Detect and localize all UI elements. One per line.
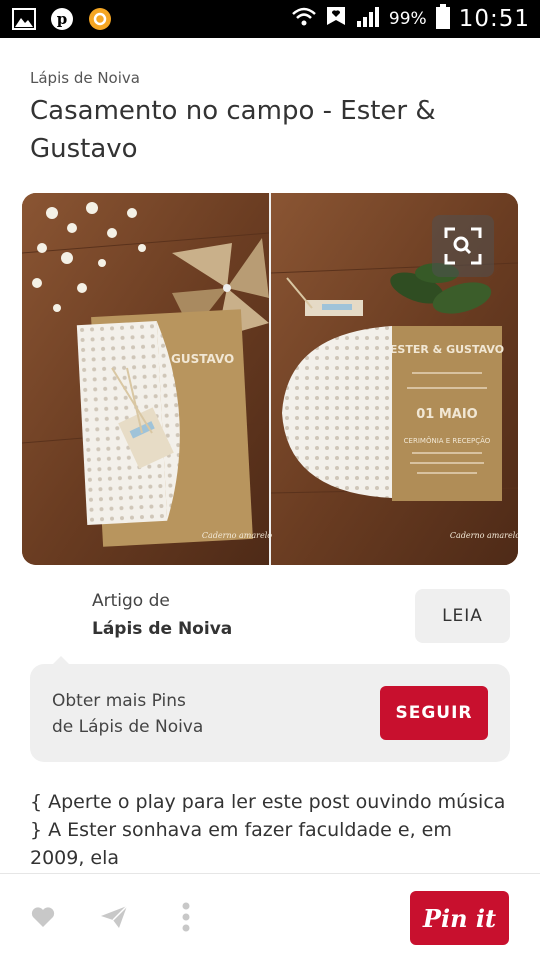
app-notification-icon (88, 7, 112, 31)
article-source-avatar (30, 587, 80, 637)
right-card-names: ESTER & GUSTAVO (390, 343, 504, 356)
pin-image[interactable]: ESTER & GUSTAVO ESTER & GUSTAVO 01 MAIO … (22, 193, 518, 565)
visual-search-icon (444, 227, 482, 265)
pin-it-button[interactable]: Pin it (410, 891, 509, 945)
follow-panel: Obter mais Pins de Lápis de Noiva SEGUIR (30, 656, 510, 762)
read-article-button[interactable]: LEIA (415, 589, 510, 643)
pin-title: Casamento no campo - Ester & Gustavo (30, 96, 436, 164)
system-status: 99% 10:51 (291, 4, 530, 34)
follow-prompt-line1: Obter mais Pins (52, 691, 186, 711)
send-icon[interactable] (99, 902, 129, 932)
signal-icon (355, 5, 381, 33)
visual-search-button[interactable] (432, 215, 494, 277)
svg-text:p: p (57, 10, 68, 28)
pin-source-label[interactable]: Lápis de Noiva (30, 69, 140, 87)
wifi-icon (291, 5, 317, 33)
notification-icon (325, 5, 347, 33)
follow-prompt: Obter mais Pins de Lápis de Noiva (52, 688, 203, 740)
article-row: Artigo de Lápis de Noiva LEIA (30, 585, 510, 645)
clock: 10:51 (458, 6, 530, 32)
notification-icons: p (12, 7, 112, 31)
left-watermark: Caderno amarelo (202, 531, 272, 540)
article-source-name[interactable]: Lápis de Noiva (92, 619, 232, 639)
article-caption: Artigo de (92, 591, 170, 611)
follow-prompt-line2: de Lápis de Noiva (52, 717, 204, 737)
pinterest-icon: p (50, 7, 74, 31)
bottom-action-bar: Pin it (0, 873, 540, 961)
status-bar: p 99% 10:51 (0, 0, 540, 38)
right-card-ceremony: CERIMÔNIA E RECEPÇÃO (404, 436, 491, 445)
follow-button[interactable]: SEGUIR (380, 686, 488, 740)
right-watermark: Caderno amarelo (450, 531, 518, 540)
follow-panel-pointer (52, 656, 70, 665)
more-icon[interactable] (171, 902, 201, 932)
battery-icon (435, 4, 451, 34)
image-icon (12, 7, 36, 31)
heart-icon[interactable] (28, 902, 58, 932)
pin-description: { Aperte o play para ler este post ouvin… (30, 791, 506, 869)
right-card-date: 01 MAIO (416, 407, 478, 422)
battery-percent: 99% (388, 9, 427, 29)
